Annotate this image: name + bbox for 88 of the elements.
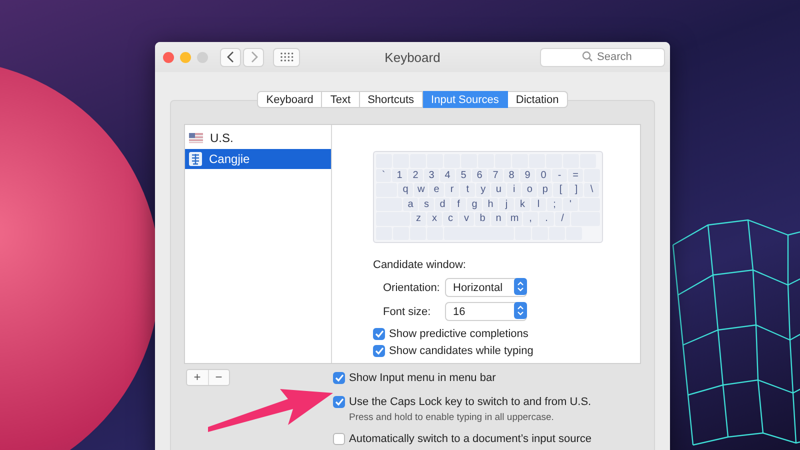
search-icon: [582, 51, 593, 62]
keyboard-key: l: [531, 198, 546, 211]
keyboard-key: y: [476, 183, 490, 196]
checkmark-icon: [334, 398, 344, 406]
keyboard-key: o: [522, 183, 537, 196]
keyboard-key: 1: [392, 168, 407, 182]
keyboard-key: n: [491, 212, 506, 226]
stepper-icon: [514, 302, 527, 319]
section-heading: Candidate window:: [373, 259, 467, 271]
keyboard-key: s: [419, 198, 434, 211]
keyboard-key: =: [568, 168, 583, 182]
chevron-left-icon: [226, 51, 234, 63]
stepper-icon: [514, 278, 527, 295]
keyboard-key: g: [467, 198, 482, 211]
keyboard-key: 2: [408, 168, 423, 182]
keyboard-key: d: [435, 198, 450, 211]
keyboard-key: \: [584, 183, 599, 196]
keyboard-key: -: [552, 168, 567, 182]
keyboard-key: 4: [440, 168, 455, 182]
tab[interactable]: Shortcuts: [360, 91, 424, 108]
checkbox-label: Automatically switch to a document’s input source: [349, 432, 592, 444]
keyboard-key: 3: [424, 168, 439, 182]
checkbox-label: Show candidates while typing: [389, 344, 534, 356]
tab[interactable]: Text: [322, 91, 360, 108]
keyboard-key: p: [538, 183, 552, 196]
checkbox[interactable]: [373, 344, 385, 356]
keyboard-key: ,: [523, 212, 538, 226]
keyboard-key: 6: [472, 168, 487, 182]
checkbox[interactable]: [333, 372, 345, 384]
tab[interactable]: Dictation: [508, 91, 568, 108]
keyboard-key: 8: [504, 168, 519, 182]
close-button[interactable]: [163, 52, 174, 62]
keyboard-key: u: [491, 183, 506, 196]
window-title: Keyboard: [384, 50, 442, 64]
keyboard-key: 5: [456, 168, 471, 182]
keyboard-key: /: [555, 212, 570, 226]
keyboard-key: q: [398, 183, 413, 196]
list-button[interactable]: −: [208, 370, 229, 385]
keyboard-key: t: [460, 183, 475, 196]
keyboard-key: b: [475, 212, 490, 226]
search-field[interactable]: Search: [540, 48, 665, 67]
keyboard-key: m: [507, 212, 522, 226]
checkmark-icon: [334, 374, 344, 382]
back-button[interactable]: [220, 48, 241, 66]
keyboard-key: z: [411, 212, 426, 226]
keyboard-key: ]: [568, 183, 584, 196]
tab[interactable]: Keyboard: [257, 91, 322, 108]
keyboard-key: 0: [536, 168, 551, 182]
checkbox-label: Show Input menu in menu bar: [349, 372, 496, 384]
keyboard-key: 9: [520, 168, 535, 182]
keyboard-key: x: [427, 212, 442, 226]
character-icon: [189, 152, 202, 166]
flag-icon: [189, 133, 203, 143]
keyboard-key: w: [414, 183, 428, 196]
keyboard-key: f: [451, 198, 466, 211]
list-button[interactable]: +: [187, 370, 208, 385]
keyboard-key: [376, 154, 392, 168]
keyboard-key: `: [376, 168, 391, 182]
grid-icon: [280, 52, 294, 62]
checkbox-label: Show predictive completions: [389, 328, 528, 340]
checkbox-label: Use the Caps Lock key to switch to and from U.S.: [349, 396, 592, 408]
keyboard-key: [376, 226, 392, 240]
field-label: Font size:: [383, 306, 432, 318]
keyboard-key: c: [443, 212, 458, 226]
input-source-item[interactable]: U.S.: [185, 128, 331, 148]
chevron-right-icon: [250, 51, 258, 63]
show-all-button[interactable]: [273, 48, 300, 66]
keyboard-key: r: [444, 183, 460, 196]
keyboard-key: a: [403, 198, 418, 211]
keyboard-key: e: [429, 183, 444, 196]
hint-text: Press and hold to enable typing in all uppercase.: [348, 412, 555, 423]
keyboard-key: k: [515, 198, 530, 211]
checkbox[interactable]: [333, 396, 345, 408]
keyboard-key: h: [483, 198, 498, 211]
keyboard-key: ': [563, 198, 578, 211]
keyboard-key: .: [539, 212, 554, 226]
field-label: Orientation:: [383, 282, 441, 294]
keyboard-key: 7: [488, 168, 503, 182]
keyboard-key: i: [506, 183, 522, 196]
keyboard-key: v: [459, 212, 474, 226]
checkbox[interactable]: [333, 432, 345, 444]
checkbox[interactable]: [373, 328, 385, 340]
keyboard-key: ;: [547, 198, 562, 211]
popup-menu[interactable]: Horizontal: [445, 278, 527, 297]
keyboard-key: j: [499, 198, 514, 211]
popup-menu[interactable]: 16: [445, 302, 527, 321]
keyboard-key: [: [553, 183, 568, 196]
input-source-item[interactable]: Cangjie: [185, 149, 331, 169]
